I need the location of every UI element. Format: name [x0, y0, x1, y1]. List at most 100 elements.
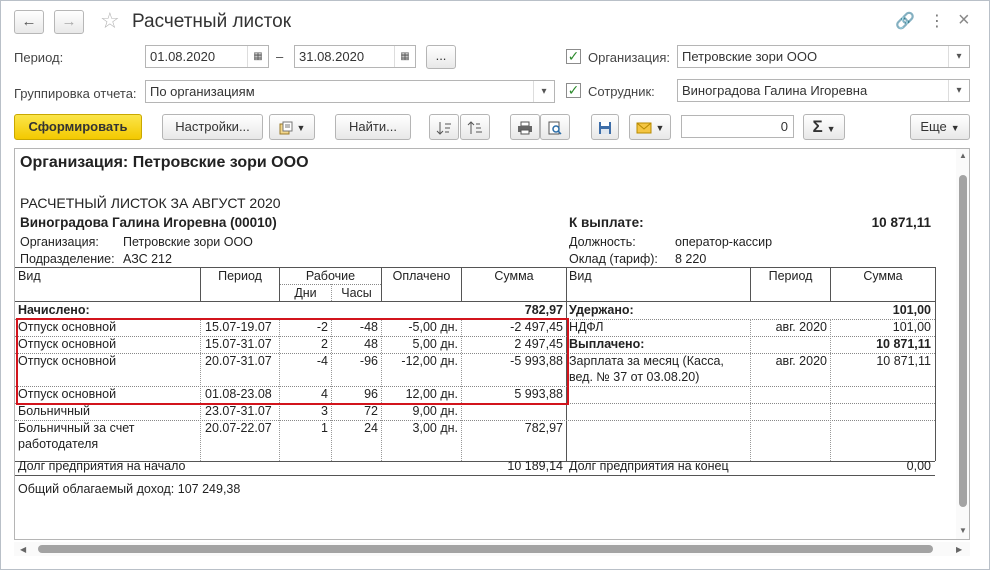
grid-line — [279, 284, 381, 285]
forward-button[interactable]: → — [54, 10, 84, 34]
row-hours: 72 — [364, 404, 378, 418]
scroll-left-icon[interactable]: ◀ — [20, 545, 26, 554]
scroll-down-icon[interactable]: ▼ — [959, 526, 967, 535]
numeric-field[interactable]: 0 — [681, 115, 794, 138]
scroll-right-icon[interactable]: ▶ — [956, 545, 962, 554]
star-icon[interactable]: ☆ — [100, 8, 120, 34]
chevron-down-icon[interactable]: ▾ — [533, 81, 554, 102]
row-kind-line2: работодателя — [18, 437, 99, 451]
checkmark-icon: ✓ — [567, 48, 580, 64]
org-info-value: Петровские зори ООО — [123, 235, 253, 249]
taxable-income: Общий облагаемый доход: 107 249,38 — [18, 482, 241, 496]
more-vertical-icon[interactable]: ⋮ — [929, 11, 945, 31]
position-value: оператор-кассир — [675, 235, 773, 249]
employee-select[interactable]: Виноградова Галина Игоревна ▾ — [677, 79, 970, 102]
salary-payment-sum: 10 871,11 — [876, 354, 931, 368]
more-button-label: Еще — [920, 119, 947, 134]
period-select-button[interactable]: ... — [426, 45, 456, 69]
grouping-select[interactable]: По организациям ▾ — [145, 80, 555, 103]
chevron-down-icon[interactable]: ▾ — [948, 46, 969, 67]
scrollbar-thumb[interactable] — [38, 545, 933, 553]
col-header-period-right: Период — [768, 269, 813, 283]
row-hours: 24 — [364, 421, 378, 435]
row-paid: 3,00 дн. — [412, 421, 458, 435]
date-to-value: 31.08.2020 — [299, 49, 365, 64]
row-sum: 782,97 — [524, 421, 563, 435]
ndfl-kind: НДФЛ — [569, 320, 604, 334]
highlight-box — [16, 318, 569, 405]
to-pay-value: 10 871,11 — [871, 215, 931, 230]
sum-button[interactable]: Σ ▼ — [803, 114, 845, 140]
date-from-field[interactable]: 01.08.2020 ▦ — [145, 45, 269, 68]
arrow-left-icon: ← — [21, 13, 37, 30]
save-button[interactable] — [591, 114, 619, 140]
col-header-sum-right: Сумма — [863, 269, 903, 283]
salary-payment-kind-line2: вед. № 37 от 03.08.20) — [569, 370, 700, 384]
scroll-up-icon[interactable]: ▲ — [959, 151, 967, 160]
date-to-field[interactable]: 31.08.2020 ▦ — [294, 45, 416, 68]
slip-title: РАСЧЕТНЫЙ ЛИСТОК ЗА АВГУСТ 2020 — [20, 195, 281, 211]
grouping-select-value: По организациям — [150, 84, 255, 99]
debt-end-label: Долг предприятия на конец — [569, 459, 729, 473]
paid-total: 10 871,11 — [876, 337, 931, 351]
caret-down-icon: ▼ — [296, 123, 306, 133]
col-header-days: Дни — [294, 286, 317, 300]
salary-label: Оклад (тариф): — [569, 252, 658, 266]
floppy-disk-icon — [599, 121, 611, 134]
grid-line — [15, 301, 935, 302]
withheld-label: Удержано: — [569, 303, 634, 317]
report-spreadsheet[interactable]: Организация: Петровские зори ООО РАСЧЕТН… — [14, 148, 970, 540]
grid-line — [15, 475, 935, 476]
print-preview-button[interactable] — [540, 114, 570, 140]
more-button[interactable]: Еще ▼ — [910, 114, 970, 140]
col-header-sum: Сумма — [494, 269, 534, 283]
org-checkbox[interactable]: ✓ — [566, 49, 581, 64]
close-icon[interactable]: × — [958, 9, 970, 32]
variants-button[interactable]: ▼ — [269, 114, 315, 140]
horizontal-scrollbar[interactable]: ◀ ▶ — [14, 542, 970, 556]
org-label: Организация: — [588, 50, 671, 65]
generate-button[interactable]: Сформировать — [14, 114, 142, 140]
row-days: 1 — [321, 421, 328, 435]
print-button[interactable] — [510, 114, 540, 140]
salary-payment-period: авг. 2020 — [775, 354, 827, 368]
date-from-value: 01.08.2020 — [150, 49, 216, 64]
accrued-total: 782,97 — [524, 303, 563, 317]
link-icon[interactable]: 🔗 — [895, 11, 915, 31]
more-dots-label: ... — [435, 48, 447, 63]
settings-button[interactable]: Настройки... — [162, 114, 263, 140]
scrollbar-thumb[interactable] — [959, 175, 967, 507]
print-preview-icon — [548, 121, 562, 135]
printer-icon — [518, 121, 532, 135]
sort-ascending-button[interactable] — [429, 114, 459, 140]
dept-label: Подразделение: — [20, 252, 115, 266]
grid-line — [15, 267, 935, 268]
sort-descending-button[interactable] — [460, 114, 490, 140]
caret-down-icon: ▼ — [826, 124, 836, 134]
period-dash: – — [276, 49, 284, 64]
chevron-down-icon[interactable]: ▾ — [948, 80, 969, 101]
ndfl-sum: 101,00 — [892, 320, 931, 334]
report-window: ← → ☆ Расчетный листок 🔗 ⋮ × Период: 01.… — [0, 0, 990, 570]
vertical-scrollbar[interactable]: ▲ ▼ — [956, 149, 969, 539]
back-button[interactable]: ← — [14, 10, 44, 34]
calendar-icon[interactable]: ▦ — [247, 46, 268, 67]
org-select[interactable]: Петровские зори ООО ▾ — [677, 45, 970, 68]
row-days: 3 — [321, 404, 328, 418]
position-label: Должность: — [569, 235, 636, 249]
employee-checkbox[interactable]: ✓ — [566, 83, 581, 98]
find-button[interactable]: Найти... — [335, 114, 411, 140]
sort-ascending-icon — [436, 121, 451, 135]
arrow-right-icon: → — [61, 13, 77, 30]
row-paid: 9,00 дн. — [412, 404, 458, 418]
accrued-label: Начислено: — [18, 303, 90, 317]
debt-end-value: 0,00 — [906, 459, 931, 473]
col-header-working: Рабочие — [305, 269, 356, 283]
dept-value: АЗС 212 — [123, 252, 172, 266]
calendar-icon[interactable]: ▦ — [394, 46, 415, 67]
caret-down-icon: ▼ — [950, 123, 960, 133]
grouping-label: Группировка отчета: — [14, 86, 137, 101]
send-email-button[interactable]: ▼ — [629, 114, 671, 140]
sigma-icon: Σ — [812, 117, 823, 136]
sort-descending-icon — [467, 120, 482, 134]
